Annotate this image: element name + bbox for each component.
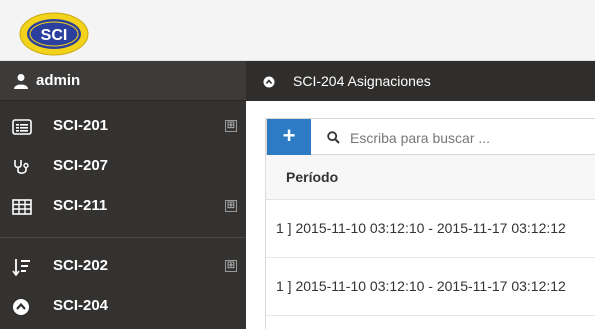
user-panel[interactable]: admin (0, 61, 246, 101)
sidebar-item-label: SCI-211 (53, 197, 108, 214)
sidebar-item-sci-202[interactable]: SCI-202 ⊞ (0, 247, 246, 287)
periodo-cell: 1 ] 2015-11-10 03:12:10 - 2015-11-17 03:… (276, 220, 566, 236)
search-bar: + (266, 118, 595, 156)
expand-icon[interactable]: ⊞ (225, 200, 237, 212)
column-header-periodo[interactable]: Período (286, 169, 338, 185)
sidebar: admin SCI-201 ⊞ SCI-207 SCI-211 ⊞ SCI-20… (0, 61, 246, 329)
list-icon (12, 118, 32, 136)
sci-logo[interactable]: SCI (19, 12, 89, 56)
periodo-cell: 1 ] 2015-11-10 03:12:10 - 2015-11-17 03:… (276, 278, 566, 294)
search-input[interactable] (350, 127, 590, 149)
expand-icon[interactable]: ⊞ (225, 120, 237, 132)
expand-icon[interactable]: ⊞ (225, 260, 237, 272)
user-icon (13, 73, 29, 89)
sidebar-divider (0, 237, 246, 238)
user-name: admin (36, 72, 81, 89)
chevron-circle-up-icon (12, 298, 32, 316)
search-icon (327, 131, 340, 144)
sidebar-item-sci-204[interactable]: SCI-204 (0, 287, 246, 327)
table-row[interactable]: 1 ] 2015-11-10 03:12:10 - 2015-11-17 03:… (266, 258, 595, 316)
table-row[interactable]: 1 ] 2015-11-10 03:12:10 - 2015-11-17 03:… (266, 200, 595, 258)
page-header: SCI-204 Asignaciones (246, 61, 595, 101)
sidebar-item-sci-207[interactable]: SCI-207 (0, 147, 246, 187)
page-title: SCI-204 Asignaciones (293, 73, 431, 89)
sidebar-item-sci-211[interactable]: SCI-211 ⊞ (0, 187, 246, 227)
sidebar-item-sci-201[interactable]: SCI-201 ⊞ (0, 107, 246, 147)
svg-text:SCI: SCI (41, 27, 68, 44)
top-bar: SCI (0, 0, 595, 61)
sidebar-item-label: SCI-201 (53, 117, 109, 134)
app-window: SCI admin SCI-201 ⊞ SCI-207 SCI-211 ⊞ SC… (0, 0, 595, 329)
table-header: Período (266, 155, 595, 200)
sidebar-item-label: SCI-204 (53, 297, 109, 314)
stethoscope-icon (12, 158, 32, 176)
main-content: SCI-204 Asignaciones + Período 1 ] 2015-… (246, 61, 595, 329)
sidebar-item-label: SCI-202 (53, 257, 109, 274)
sort-desc-icon (12, 258, 32, 277)
add-button[interactable]: + (267, 119, 311, 156)
chevron-circle-up-icon (263, 75, 275, 88)
sidebar-item-label: SCI-207 (53, 157, 109, 174)
table-icon (12, 198, 32, 216)
assignments-panel: + Período 1 ] 2015-11-10 03:12:10 - 2015… (265, 118, 595, 329)
